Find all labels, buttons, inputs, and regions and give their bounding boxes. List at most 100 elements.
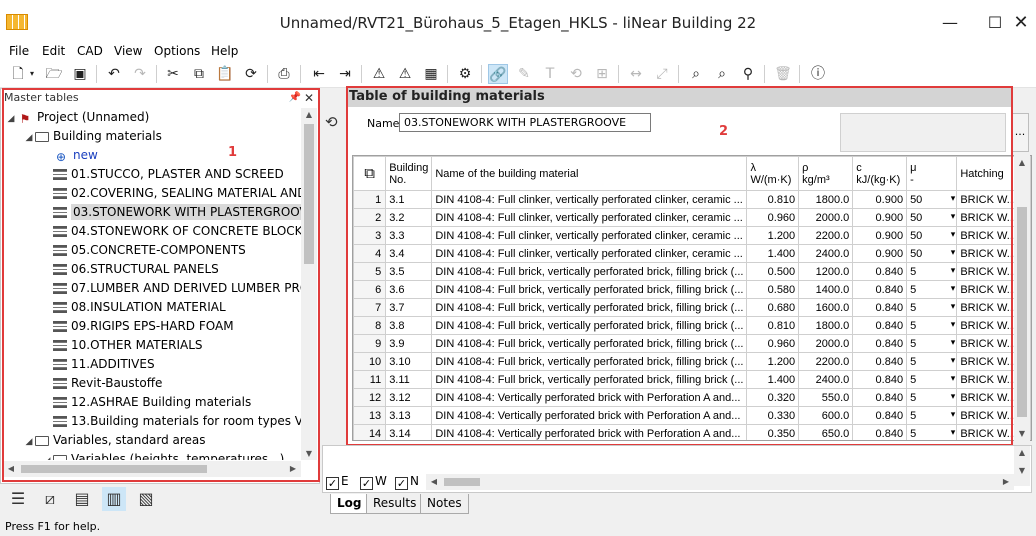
expand-arrow-icon[interactable]: ◢ xyxy=(5,110,17,129)
scroll-right-icon[interactable]: ▶ xyxy=(285,464,301,473)
table-row[interactable]: 10 3.10 DIN 4108-4: Full brick, vertically… xyxy=(353,352,1031,371)
table-row[interactable]: 6 3.6 DIN 4108-4: Full brick, vertically p… xyxy=(353,280,1031,299)
c-cell[interactable]: 0.840 xyxy=(852,352,908,371)
c-cell[interactable]: 0.840 xyxy=(852,334,908,353)
table-row[interactable]: 1 3.1 DIN 4108-4: Full clinker, vertically… xyxy=(353,190,1031,209)
mu-dropdown-cell[interactable]: 5 xyxy=(906,334,958,353)
pipette-icon[interactable]: ⚲ xyxy=(738,64,758,84)
paste-icon[interactable]: 📋 xyxy=(215,64,235,84)
row-number-cell[interactable]: 5 xyxy=(353,262,387,281)
column-header-name[interactable]: Name of the building material xyxy=(431,156,748,191)
menu-options[interactable]: Options xyxy=(154,44,200,58)
lambda-cell[interactable]: 0.960 xyxy=(746,208,800,227)
mu-dropdown-cell[interactable]: 50 xyxy=(906,208,958,227)
material-name-cell[interactable]: DIN 4108-4: Full brick, vertically perfo… xyxy=(431,334,748,353)
document-view-icon[interactable]: ▤ xyxy=(70,487,94,511)
mu-dropdown-cell[interactable]: 5 xyxy=(906,262,958,281)
mu-dropdown-cell[interactable]: 5 xyxy=(906,280,958,299)
building-no-cell[interactable]: 3.2 xyxy=(385,208,433,227)
row-number-cell[interactable]: 7 xyxy=(353,298,387,317)
tree-horizontal-scrollbar[interactable]: ◀ ▶ xyxy=(3,461,301,477)
c-cell[interactable]: 0.840 xyxy=(852,406,908,425)
material-name-cell[interactable]: DIN 4108-4: Full brick, vertically perfo… xyxy=(431,316,748,335)
tab-notes[interactable]: Notes xyxy=(420,494,469,514)
undo-icon[interactable]: ↶ xyxy=(104,64,124,84)
table-row[interactable]: 12 3.12 DIN 4108-4: Vertically perforated … xyxy=(353,388,1031,407)
mu-dropdown-cell[interactable]: 5 xyxy=(906,370,958,389)
filter-notes-checkbox[interactable]: ✓ N xyxy=(395,474,419,490)
copy-table-icon[interactable]: ⧉ xyxy=(353,156,387,191)
expand-arrow-icon[interactable]: ◢ xyxy=(23,129,35,148)
scroll-down-icon[interactable]: ▼ xyxy=(301,449,317,458)
pin-icon[interactable]: 📌 xyxy=(289,90,301,106)
mu-dropdown-cell[interactable]: 50 xyxy=(906,244,958,263)
menu-cad[interactable]: CAD xyxy=(77,44,103,58)
settings-gear-icon[interactable]: ⚙ xyxy=(455,64,475,84)
new-file-icon[interactable]: 🗋 xyxy=(8,64,28,84)
c-cell[interactable]: 0.900 xyxy=(852,244,908,263)
building-no-cell[interactable]: 3.5 xyxy=(385,262,433,281)
export-icon[interactable]: ⇥ xyxy=(335,64,355,84)
lambda-cell[interactable]: 0.500 xyxy=(746,262,800,281)
row-number-cell[interactable]: 9 xyxy=(353,334,387,353)
new-dropdown-icon[interactable]: ▾ xyxy=(26,64,38,84)
building-no-cell[interactable]: 3.11 xyxy=(385,370,433,389)
row-number-cell[interactable]: 6 xyxy=(353,280,387,299)
tree-item[interactable]: 12.ASHRAE Building materials xyxy=(41,393,301,412)
log-vertical-scrollbar[interactable]: ▲ ▼ xyxy=(1014,446,1030,486)
building-no-cell[interactable]: 3.6 xyxy=(385,280,433,299)
tab-log[interactable]: Log xyxy=(330,494,369,514)
filter-warnings-checkbox[interactable]: ✓ W xyxy=(360,474,387,490)
rho-cell[interactable]: 1400.0 xyxy=(798,280,854,299)
material-name-cell[interactable]: DIN 4108-4: Full clinker, vertically per… xyxy=(431,190,748,209)
mu-dropdown-cell[interactable]: 5 xyxy=(906,388,958,407)
lambda-cell[interactable]: 0.580 xyxy=(746,280,800,299)
warning-icon[interactable]: ⚠ xyxy=(369,64,389,84)
scroll-right-icon[interactable]: ▶ xyxy=(998,477,1014,486)
rotate-icon[interactable]: ⟲ xyxy=(566,64,586,84)
tree-item[interactable]: ◢ Building materials xyxy=(23,127,301,146)
row-number-cell[interactable]: 3 xyxy=(353,226,387,245)
table-scroll-thumb[interactable] xyxy=(1017,207,1027,417)
building-no-cell[interactable]: 3.9 xyxy=(385,334,433,353)
lambda-cell[interactable]: 0.810 xyxy=(746,190,800,209)
sheet-view-icon[interactable]: ▧ xyxy=(134,487,158,511)
building-no-cell[interactable]: 3.1 xyxy=(385,190,433,209)
list-view-icon[interactable]: ☰ xyxy=(6,487,30,511)
building-no-cell[interactable]: 3.8 xyxy=(385,316,433,335)
mu-dropdown-cell[interactable]: 5 xyxy=(906,406,958,425)
c-cell[interactable]: 0.840 xyxy=(852,280,908,299)
tree-item[interactable]: 02.COVERING, SEALING MATERIAL AND ROLL C xyxy=(41,184,301,203)
material-name-cell[interactable]: DIN 4108-4: Full brick, vertically perfo… xyxy=(431,298,748,317)
tree-item[interactable]: 06.STRUCTURAL PANELS xyxy=(41,260,301,279)
tree-item[interactable]: Revit-Baustoffe xyxy=(41,374,301,393)
c-cell[interactable]: 0.840 xyxy=(852,316,908,335)
rho-cell[interactable]: 2200.0 xyxy=(798,352,854,371)
column-header-lambda[interactable]: λ W/(m·K) xyxy=(746,156,800,191)
mu-dropdown-cell[interactable]: 50 xyxy=(906,226,958,245)
column-header-c[interactable]: c kJ/(kg·K) xyxy=(852,156,908,191)
c-cell[interactable]: 0.900 xyxy=(852,226,908,245)
scroll-down-icon[interactable]: ▼ xyxy=(1014,466,1030,475)
lambda-cell[interactable]: 1.400 xyxy=(746,244,800,263)
name-input[interactable] xyxy=(399,113,651,132)
table-row[interactable]: 11 3.11 DIN 4108-4: Full brick, vertically… xyxy=(353,370,1031,389)
diagram-view-icon[interactable]: ⧄ xyxy=(38,487,62,511)
column-header-mu[interactable]: μ- xyxy=(906,156,958,191)
row-number-cell[interactable]: 11 xyxy=(353,370,387,389)
material-name-cell[interactable]: DIN 4108-4: Full brick, vertically perfo… xyxy=(431,370,748,389)
info-icon[interactable]: ⓘ xyxy=(808,64,828,84)
lambda-cell[interactable]: 0.810 xyxy=(746,316,800,335)
column-header-rho[interactable]: ρ kg/m³ xyxy=(798,156,854,191)
scroll-up-icon[interactable]: ▲ xyxy=(1014,448,1030,457)
tree-item[interactable]: 04.STONEWORK OF CONCRETE BLOCK xyxy=(41,222,301,241)
row-number-cell[interactable]: 2 xyxy=(353,208,387,227)
mu-dropdown-cell[interactable]: 5 xyxy=(906,298,958,317)
refresh-icon[interactable]: ⟲ xyxy=(325,113,338,131)
material-name-cell[interactable]: DIN 4108-4: Full brick, vertically perfo… xyxy=(431,262,748,281)
lambda-cell[interactable]: 0.330 xyxy=(746,406,800,425)
table-row[interactable]: 14 3.14 DIN 4108-4: Vertically perforated … xyxy=(353,424,1031,440)
row-number-cell[interactable]: 13 xyxy=(353,406,387,425)
building-no-cell[interactable]: 3.4 xyxy=(385,244,433,263)
menu-help[interactable]: Help xyxy=(211,44,238,58)
